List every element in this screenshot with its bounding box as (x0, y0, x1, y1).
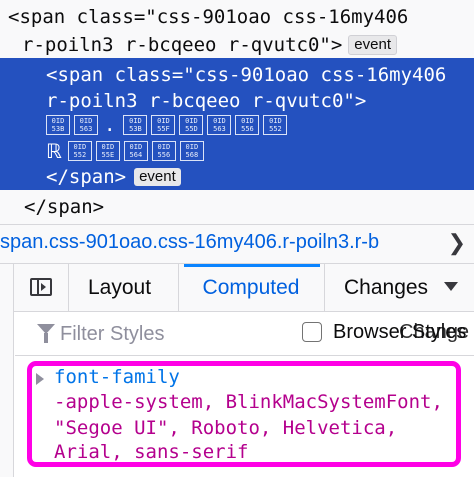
glyph-row-2: ℝ 0ID 552 0ID 55E 0ID 564 0ID 556 0ID 568 (46, 139, 204, 163)
missing-glyph-icon: 0ID 556 (235, 115, 260, 135)
filter-icon (37, 324, 55, 343)
sidebar-tabs: Layout Computed Changes (0, 264, 474, 312)
missing-glyph-icon: 0ID 552 (67, 141, 92, 161)
tab-computed[interactable]: Computed (180, 264, 322, 312)
chevron-down-icon[interactable] (444, 282, 458, 291)
markup-tag-close[interactable]: </span> (24, 192, 104, 222)
missing-glyph-icon: 0ID 568 (179, 141, 204, 161)
missing-glyph-icon: 0ID 53B (46, 115, 70, 135)
missing-glyph-icon: 0ID 55F (151, 115, 176, 135)
missing-glyph-icon: 0ID 55E (95, 141, 120, 161)
markup-line-span-cont[interactable]: r-poiln3 r-bcqeeo r-qvutc0"> event (22, 30, 397, 60)
tab-separator (324, 264, 325, 312)
text-period: . (104, 114, 116, 136)
toggle-panel-icon[interactable] (30, 278, 52, 296)
tab-separator (178, 264, 179, 312)
breadcrumb: span.css-901oao.css-16my406.r-poiln3.r-b… (0, 224, 474, 264)
selected-close-text: </span> (46, 166, 127, 188)
missing-glyph-icon: 0ID 564 (123, 141, 148, 161)
markup-tag-open: <span class="css-901oao css-16my406 (8, 6, 409, 28)
event-badge[interactable]: event (134, 168, 181, 186)
highlight-annotation (27, 361, 461, 467)
text-double-struck-r: ℝ (46, 139, 62, 163)
glyph-row-1: 0ID 53B 0ID 563 . 0ID 53B 0ID 55F 0ID 55D 0ID… (46, 113, 288, 137)
missing-glyph-icon: 0ID 55D (179, 115, 204, 135)
selected-tag-cont: r-poiln3 r-bcqeeo r-qvutc0"> (46, 90, 367, 112)
markup-line-span[interactable]: <span class="css-901oao css-16my406 (0, 2, 408, 32)
missing-glyph-icon: 0ID 556 (151, 141, 176, 161)
missing-glyph-icon: 0ID 53B (123, 115, 148, 135)
missing-glyph-icon: 0ID 563 (74, 115, 98, 135)
tab-layout[interactable]: Layout (88, 264, 151, 312)
selected-tag-close: </span> event (46, 162, 181, 192)
left-panel-edge (0, 264, 14, 477)
chevron-right-icon[interactable]: ❯ (448, 230, 466, 256)
tab-changes[interactable]: Changes (344, 264, 428, 312)
event-badge[interactable]: event (348, 35, 397, 55)
browser-styles-checkbox[interactable] (302, 322, 322, 342)
filter-styles-input[interactable] (60, 320, 300, 348)
breadcrumb-item[interactable]: span.css-901oao.css-16my406.r-poiln3.r-b (0, 231, 432, 254)
filter-bar: Browser Styles Change (15, 312, 474, 356)
tab-separator (68, 264, 69, 312)
missing-glyph-icon: 0ID 552 (263, 115, 288, 135)
markup-tag-cont: r-poiln3 r-bcqeeo r-qvutc0"> (22, 34, 343, 56)
missing-glyph-icon: 0ID 563 (207, 115, 232, 135)
overlapping-label: Change (399, 321, 470, 343)
